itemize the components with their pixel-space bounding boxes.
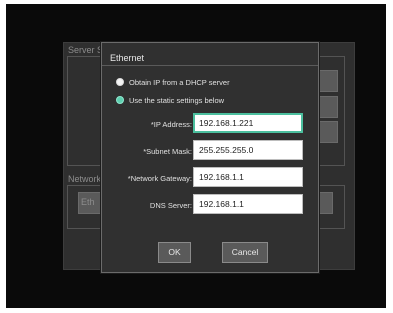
radio-static[interactable] — [116, 96, 124, 104]
background-button-1 — [316, 70, 338, 92]
dns-server-input[interactable] — [193, 194, 303, 214]
title-divider — [102, 65, 318, 66]
gateway-input[interactable] — [193, 167, 303, 187]
ip-address-label: *IP Address: — [150, 120, 192, 129]
device-screen: Server S Network Eth Ethernet Obtain IP … — [6, 4, 386, 308]
network-section-label: Network — [68, 174, 102, 184]
dns-server-label: DNS Server: — [149, 201, 192, 210]
ethernet-dialog: Ethernet Obtain IP from a DHCP server Us… — [101, 42, 319, 273]
ok-button[interactable]: OK — [158, 242, 191, 263]
radio-dhcp[interactable] — [116, 78, 124, 86]
static-option-label: Use the static settings below — [129, 95, 225, 105]
gateway-label: *Network Gateway: — [127, 174, 192, 183]
subnet-mask-label: *Subnet Mask: — [143, 147, 192, 156]
ip-address-input[interactable] — [193, 113, 303, 133]
dhcp-option-label: Obtain IP from a DHCP server — [129, 77, 230, 87]
dhcp-option[interactable]: Obtain IP from a DHCP server — [116, 76, 230, 88]
dialog-title: Ethernet — [110, 53, 145, 63]
background-button-2 — [316, 96, 338, 118]
static-option[interactable]: Use the static settings below — [116, 94, 224, 106]
background-button-3 — [316, 121, 338, 143]
ethernet-background-button-label: Eth — [81, 197, 95, 207]
subnet-mask-input[interactable] — [193, 140, 303, 160]
cancel-button[interactable]: Cancel — [222, 242, 268, 263]
server-section-label: Server S — [68, 45, 104, 55]
